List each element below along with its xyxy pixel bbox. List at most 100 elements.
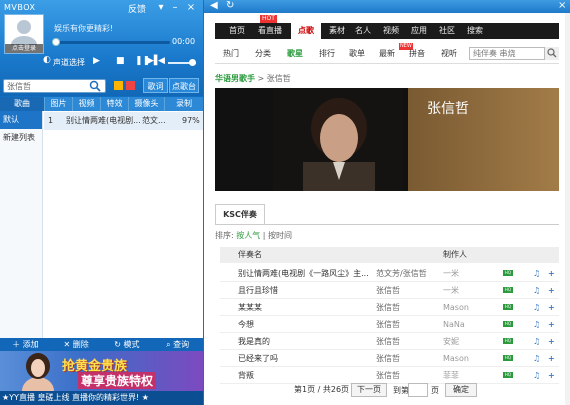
subnav-audition[interactable]: 视听 xyxy=(441,48,457,59)
feedback-link[interactable]: 反馈 xyxy=(128,2,146,15)
song-station-button[interactable]: 点歌台 xyxy=(169,78,199,93)
ad-banner[interactable]: 抢黄金贵族 尊享贵族特权 xyxy=(0,351,203,391)
back-icon[interactable]: ◀ xyxy=(210,0,218,11)
play-icon[interactable]: ▶ xyxy=(93,56,100,66)
maker-name: 菲菲 xyxy=(443,371,459,380)
nav-songs[interactable]: 点歌 xyxy=(291,23,321,39)
table-row[interactable]: 别让情两难(电视剧《一路风尘》主... 范文芳/张信哲 一米 HQ ♫ + xyxy=(220,265,559,282)
confirm-button[interactable]: 确定 xyxy=(445,383,477,397)
tab-ksc[interactable]: KSC伴奏 xyxy=(215,204,265,224)
add-icon[interactable]: + xyxy=(548,367,555,384)
refresh-icon[interactable]: ↻ xyxy=(226,0,234,11)
nav-community[interactable]: 社区 xyxy=(435,23,459,39)
table-row[interactable]: 且行且珍惜 张信哲 一米 HQ ♫ + xyxy=(220,282,559,299)
tab-record[interactable]: 录制 xyxy=(165,97,203,111)
volume-icon[interactable]: ◀ xyxy=(158,56,165,66)
seek-knob[interactable] xyxy=(52,38,60,46)
close-icon[interactable]: × xyxy=(186,2,196,13)
table-row[interactable]: 某某某 张信哲 Mason HQ ♫ + xyxy=(220,299,559,316)
listen-icon[interactable]: ♫ xyxy=(533,350,540,367)
listen-icon[interactable]: ♫ xyxy=(533,299,540,316)
skin-color-icon[interactable] xyxy=(114,81,123,90)
add-icon[interactable]: + xyxy=(548,282,555,299)
user-silhouette-icon xyxy=(11,20,37,45)
breadcrumb-current: 张信哲 xyxy=(266,74,291,83)
subnav-latest[interactable]: 最新 xyxy=(379,48,395,59)
volume-slider[interactable] xyxy=(168,59,196,66)
sort-by-time[interactable]: 按时间 xyxy=(268,231,292,240)
maker-name: 一米 xyxy=(443,269,459,278)
sort-by-popularity[interactable]: 按人气 xyxy=(236,231,260,240)
table-row[interactable]: 今想 张信哲 NaNa HQ ♫ + xyxy=(220,316,559,333)
add-icon[interactable]: + xyxy=(548,265,555,282)
table-row[interactable]: 背叛 张信哲 菲菲 HQ ♫ + xyxy=(220,367,559,384)
subnav-singers[interactable]: 歌星 xyxy=(287,48,303,59)
page-number-input[interactable] xyxy=(408,383,428,397)
song-name[interactable]: 且行且珍惜 xyxy=(238,282,374,299)
song-name[interactable]: 已经来了吗 xyxy=(238,350,374,367)
avatar[interactable]: 点击登录 xyxy=(4,14,44,54)
nav-material[interactable]: 素材 xyxy=(325,23,349,39)
listen-icon[interactable]: ♫ xyxy=(533,333,540,350)
subnav-playlists[interactable]: 歌单 xyxy=(349,48,365,59)
tab-camera[interactable]: 摄像头 xyxy=(129,97,165,111)
listen-icon[interactable]: ♫ xyxy=(533,282,540,299)
lyric-button[interactable]: 歌词 xyxy=(143,78,168,93)
playlist-item[interactable]: 1 别让情两难(电视剧... 范文... 97% xyxy=(44,112,203,130)
add-icon[interactable]: + xyxy=(548,350,555,367)
song-name[interactable]: 我是真的 xyxy=(238,333,374,350)
skin-icon[interactable]: ▾ xyxy=(156,2,166,13)
nav-search[interactable]: 搜索 xyxy=(463,23,487,39)
effect-icon[interactable] xyxy=(126,81,135,90)
listen-icon[interactable]: ♫ xyxy=(533,316,540,333)
add-icon[interactable]: + xyxy=(548,316,555,333)
listen-icon[interactable]: ♫ xyxy=(533,265,540,282)
subnav-hot[interactable]: 热门 xyxy=(223,48,239,59)
minimize-icon[interactable]: – xyxy=(170,2,180,13)
song-name[interactable]: 今想 xyxy=(238,316,374,333)
volume-knob[interactable] xyxy=(189,59,196,66)
delete-button[interactable]: ✕ 删除 xyxy=(51,338,102,351)
nav-live[interactable]: 看直播 xyxy=(253,23,287,39)
search-icon[interactable] xyxy=(86,79,104,93)
sound-select[interactable]: 声道选择 xyxy=(53,57,85,68)
close-icon[interactable]: × xyxy=(558,0,566,11)
song-name[interactable]: 背叛 xyxy=(238,367,374,384)
login-caption[interactable]: 点击登录 xyxy=(5,44,43,53)
nav-apps[interactable]: 应用 xyxy=(407,23,431,39)
scrollbar[interactable] xyxy=(565,13,570,405)
mode-button[interactable]: ↻ 模式 xyxy=(102,338,153,351)
nav-video[interactable]: 视频 xyxy=(379,23,403,39)
subnav-pinyin[interactable]: 拼音 xyxy=(409,48,425,59)
tab-images[interactable]: 图片 xyxy=(45,97,73,111)
singer-name: 张信哲 xyxy=(376,286,400,295)
song-name[interactable]: 别让情两难(电视剧《一路风尘》主... xyxy=(238,265,374,282)
song-name[interactable]: 某某某 xyxy=(238,299,374,316)
list-default[interactable]: 默认 xyxy=(0,111,42,129)
add-icon[interactable]: + xyxy=(548,333,555,350)
tab-songs[interactable]: 歌曲 xyxy=(0,97,45,111)
add-button[interactable]: ＋ 添加 xyxy=(0,338,51,351)
channel-icon[interactable]: ◐ xyxy=(43,55,51,65)
search-icon[interactable] xyxy=(544,47,559,60)
subnav-charts[interactable]: 排行 xyxy=(319,48,335,59)
tab-videos[interactable]: 视频 xyxy=(73,97,101,111)
query-button[interactable]: ⌕ 查询 xyxy=(152,338,203,351)
tab-effects[interactable]: 特效 xyxy=(101,97,129,111)
listen-icon[interactable]: ♫ xyxy=(533,367,540,384)
subnav-category[interactable]: 分类 xyxy=(255,48,271,59)
add-icon[interactable]: + xyxy=(548,299,555,316)
nav-home[interactable]: 首页 xyxy=(225,23,249,39)
news-ticker[interactable]: ★YY直播 皇磋上线 直播你的精彩世界! ★ xyxy=(0,391,203,405)
table-row[interactable]: 已经来了吗 张信哲 Mason HQ ♫ + xyxy=(220,350,559,367)
next-page-button[interactable]: 下一页 xyxy=(351,383,387,397)
seek-bar[interactable] xyxy=(52,38,170,46)
hq-badge: HQ xyxy=(503,304,513,310)
breadcrumb-category[interactable]: 华语男歌手 xyxy=(215,74,255,83)
list-new[interactable]: 新建列表 xyxy=(0,129,42,147)
page-info: 第1页 / 共26页 xyxy=(294,385,350,394)
stop-icon[interactable]: ■ xyxy=(116,56,125,66)
hq-badge: HQ xyxy=(503,321,513,327)
nav-celebrity[interactable]: 名人 xyxy=(351,23,375,39)
table-row[interactable]: 我是真的 张信哲 安妮 HQ ♫ + xyxy=(220,333,559,350)
